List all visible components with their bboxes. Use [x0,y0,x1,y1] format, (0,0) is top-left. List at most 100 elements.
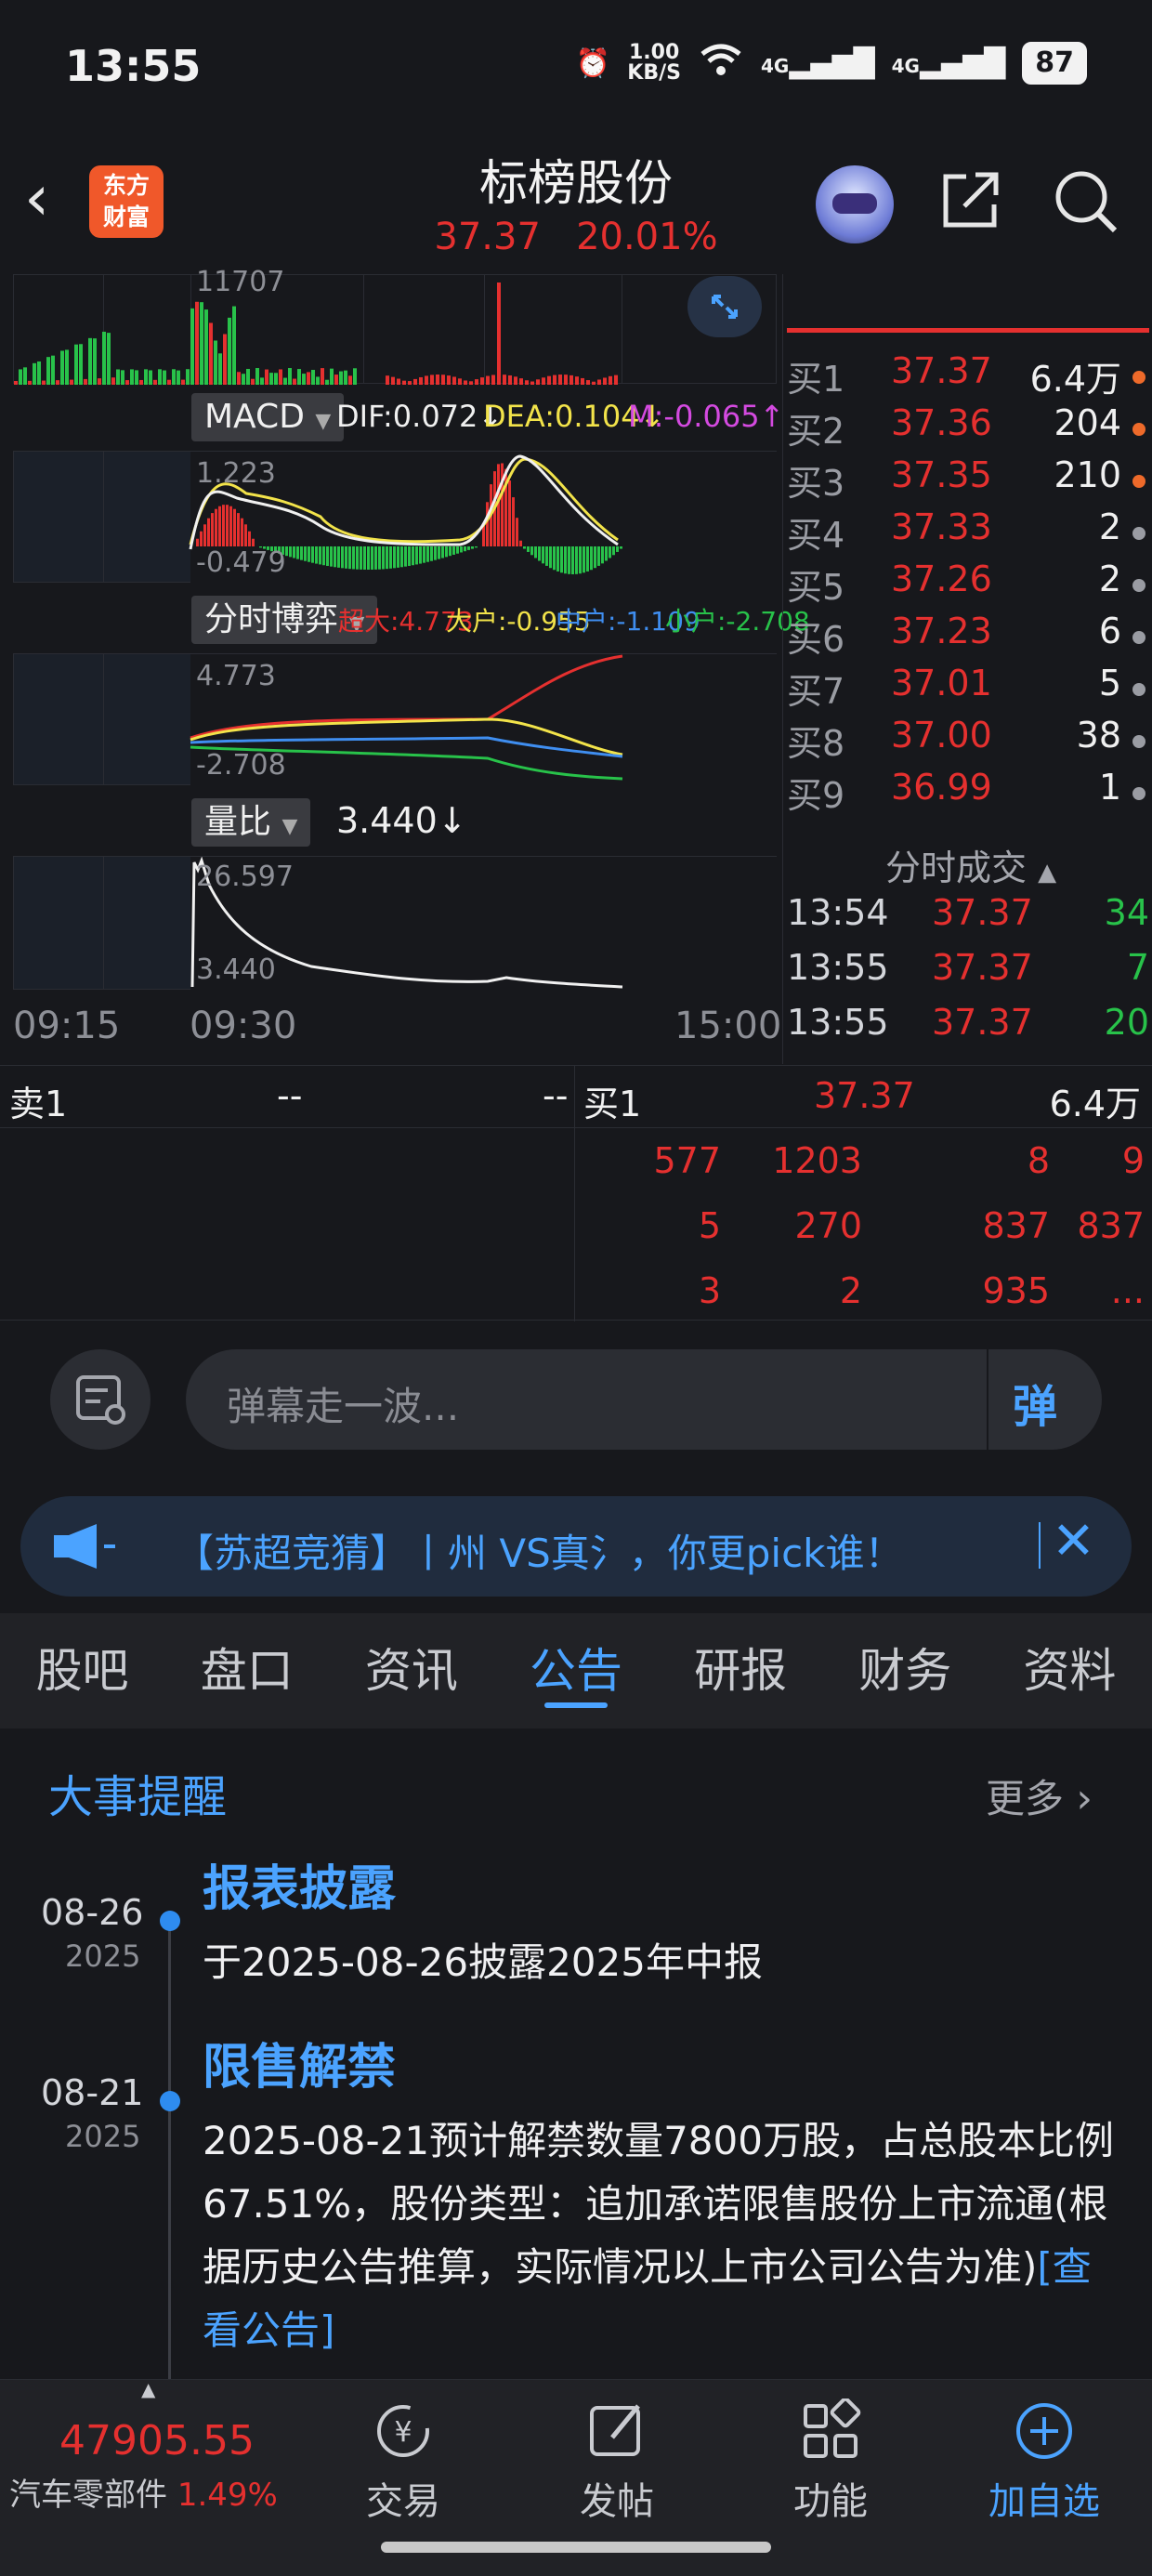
tick-row: 13:54 37.37 34 [783,892,1152,944]
notice-text: 【苏超竞猜】丨州 VS真氵，你更pick谁！ [175,1531,904,1576]
signal-4g-icon-1: 4G▂▄▆█ [760,46,875,80]
danmu-settings-icon[interactable] [50,1349,151,1450]
events-title: 大事提醒 [48,1771,228,1823]
wifi-icon [698,41,744,85]
time-label-close: 15:00 [674,1005,782,1047]
bid-price: 37.26 [891,559,992,599]
bid-label: 买8 [787,723,845,764]
order-dot-icon [1132,579,1145,592]
close-icon[interactable]: ✕ [1052,1511,1095,1571]
queue-order: 837 [1077,1205,1145,1246]
order-dot-icon [1132,475,1145,488]
event-body: 2025-08-21预计解禁数量7800万股，占总股本比例67.51%，股份类型… [203,2118,1114,2353]
bid-volume: 204 [1054,402,1121,443]
boyi-max: 4.773 [196,660,276,692]
tab-1[interactable]: 盘口 [164,1613,329,1728]
search-icon[interactable] [1050,165,1120,236]
event-title[interactable]: 限售解禁 [203,2028,396,2097]
event-date: 08-26 [41,1892,144,1933]
queue-order: 1203 [772,1140,862,1181]
queue-order: 935 [982,1270,1050,1311]
liangbi-value: 3.440↓ [336,800,467,841]
notice-banner[interactable]: 【苏超竞猜】丨州 VS真氵，你更pick谁！ ✕ [20,1496,1132,1597]
order-book[interactable]: 买1 37.37 6.4万 买2 37.36 204 买3 37.35 210 买4 37.33 2 买… [782,274,1152,1064]
macd-min: -0.479 [196,546,286,579]
events-section: 大事提醒 更多 › 08-26 2025 报表披露 于2025-08-26披露2… [0,1728,1152,2394]
intraday-chart-area[interactable]: 11707 MACD ▼ DIF:0.072↓ DEA:0.104↓ M:-0.… [0,266,810,1059]
bid-label: 买4 [787,515,845,556]
queue-order: 8 [1027,1140,1050,1181]
bid-row[interactable]: 买9 36.99 1 [783,767,1152,819]
events-more-link[interactable]: 更多 › [986,1768,1093,1824]
bid-price: 37.35 [891,454,992,495]
tab-6[interactable]: 资料 [988,1613,1152,1728]
ai-assistant-robot-icon[interactable] [816,165,894,243]
bid-row[interactable]: 买5 37.26 2 [783,559,1152,611]
home-indicator[interactable] [381,2542,771,2553]
tick-row: 13:55 37.37 20 [783,1002,1152,1054]
tab-0[interactable]: 股吧 [0,1613,164,1728]
order-book-divider [787,328,1149,333]
stock-price: 37.37 [434,216,541,258]
macd-selector[interactable]: MACD ▼ [191,393,345,441]
queue-order: ... [1110,1270,1145,1311]
ticks-title[interactable]: 分时成交 ▲ [885,839,1056,890]
expand-chart-icon[interactable] [687,276,762,337]
bid-row[interactable]: 买7 37.01 5 [783,663,1152,715]
volume-max-label: 11707 [196,266,285,298]
bid-row[interactable]: 买4 37.33 2 [783,506,1152,559]
index-expand-caret-icon[interactable]: ▲ [141,2378,155,2400]
bid-row[interactable]: 买3 37.35 210 [783,454,1152,506]
bid-row[interactable]: 买2 37.36 204 [783,402,1152,454]
liangbi-selector[interactable]: 量比 ▼ [191,798,311,847]
level2-queue[interactable]: 卖1 -- -- 买1 37.37 6.4万 577 1203 8 9 5 270 837 8… [0,1065,1152,1321]
bid-label: 买9 [787,775,845,816]
battery-icon: 87 [1022,42,1087,85]
danmu-input[interactable]: 弹幕走一波... 弹 [186,1349,1102,1450]
stock-change-pct: 20.01% [576,216,718,258]
bid-price: 36.99 [891,767,992,808]
macd-dif: DIF:0.072↓ [336,399,504,434]
bid-row[interactable]: 买6 37.23 6 [783,611,1152,663]
nav-post[interactable]: 发帖 [543,2399,691,2525]
alarm-icon: ⏰ [575,46,611,80]
bid-row[interactable]: 买8 37.00 38 [783,715,1152,767]
tab-3[interactable]: 公告 [493,1613,658,1728]
nav-functions[interactable]: 功能 [756,2399,905,2525]
bid-price: 37.23 [891,611,992,651]
megaphone-icon [54,1524,115,1569]
event-title[interactable]: 报表披露 [203,1849,396,1919]
tab-4[interactable]: 研报 [659,1613,823,1728]
tab-5[interactable]: 财务 [823,1613,988,1728]
order-dot-icon [1132,631,1145,644]
tab-2[interactable]: 资讯 [329,1613,493,1728]
queue-order: 3 [698,1270,721,1311]
nav-trade[interactable]: ¥ 交易 [329,2399,478,2525]
bid-row[interactable]: 买1 37.37 6.4万 [783,350,1152,402]
time-label-open: 09:30 [190,1005,297,1047]
svg-text:¥: ¥ [394,2416,412,2449]
queue-order: 270 [794,1205,862,1246]
danmu-send-button[interactable]: 弹 [987,1349,1102,1450]
event-year: 2025 [65,1939,141,1974]
liangbi-min: 3.440 [196,953,276,986]
sector-index-value[interactable]: 47905.55 [59,2417,255,2464]
timeline-dot [160,2091,180,2111]
nav-add-watchlist[interactable]: 加自选 [970,2399,1119,2525]
tick-volume: 7 [1126,947,1149,988]
order-dot-icon [1132,735,1145,748]
event-body: 于2025-08-26披露2025年中报 [203,1939,763,1985]
bid-price: 37.01 [891,663,992,703]
liangbi-line [190,857,778,991]
bid-label: 买3 [787,463,845,504]
bid-label: 买6 [787,619,845,660]
queue-order: 5 [698,1205,721,1246]
tick-price: 37.37 [932,1002,1033,1043]
liangbi-max: 26.597 [196,861,294,893]
signal-4g-icon-2: 4G▂▄▆█ [891,46,1006,80]
queue-order: 577 [653,1140,721,1181]
share-icon[interactable] [938,167,1003,232]
tick-time: 13:55 [787,1002,889,1043]
sector-index[interactable]: 汽车零部件 1.49% [9,2469,278,2515]
content-tabs[interactable]: 股吧 盘口 资讯 公告 研报 财务 资料 [0,1613,1152,1728]
